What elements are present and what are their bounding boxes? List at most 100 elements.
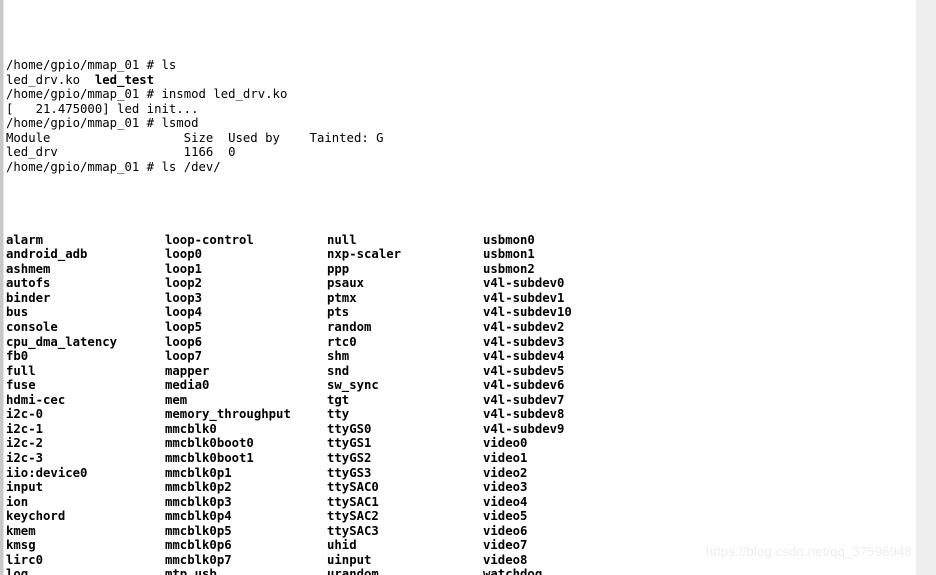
device-entry: kmem (6, 523, 36, 538)
device-entry: ttySAC2 (327, 509, 379, 524)
device-entry: v4l-subdev8 (483, 407, 565, 422)
device-entry: android_adb (6, 247, 88, 262)
device-entry: v4l-subdev2 (483, 320, 565, 335)
terminal-window: /home/gpio/mmap_01 # ls led_drv.ko led_te… (0, 0, 936, 575)
device-entry: random (327, 320, 372, 335)
device-entry: null (327, 232, 357, 247)
header-output-line: [ 21.475000] led init... (6, 102, 914, 117)
device-entry: v4l-subdev5 (483, 363, 565, 378)
device-entry: mapper (165, 363, 210, 378)
device-entry: ttyGS0 (327, 421, 372, 436)
device-listing-row: autofs loop2 psaux v4l-subdev0 (6, 276, 914, 291)
device-entry: kmsg (6, 538, 36, 553)
device-entry: usbmon1 (483, 247, 535, 262)
device-entry: mmcblk0p4 (165, 509, 232, 524)
device-entry: video0 (483, 436, 528, 451)
device-entry: mmcblk0p5 (165, 523, 232, 538)
device-entry: v4l-subdev10 (483, 305, 572, 320)
file-name: led_drv.ko (6, 72, 95, 87)
csdn-watermark: https://blog.csdn.net/qq_37596948 (705, 544, 912, 559)
device-entry: video6 (483, 523, 528, 538)
device-entry: video2 (483, 465, 528, 480)
device-entry: iio:device0 (6, 465, 88, 480)
device-listing-row: ion mmcblk0p3 ttySAC1 video4 (6, 495, 914, 510)
device-entry: v4l-subdev7 (483, 392, 565, 407)
device-listing-row: iio:device0 mmcblk0p1 ttyGS3 video2 (6, 466, 914, 481)
device-entry: loop1 (165, 261, 203, 276)
device-entry: mmcblk0p1 (165, 465, 232, 480)
device-entry: loop5 (165, 320, 203, 335)
device-entry: ptmx (327, 290, 357, 305)
device-entry: shm (327, 349, 350, 364)
terminal-header-output: /home/gpio/mmap_01 # ls led_drv.ko led_te… (6, 58, 914, 174)
device-entry: loop0 (165, 247, 203, 262)
terminal-screen[interactable]: /home/gpio/mmap_01 # ls led_drv.ko led_te… (6, 0, 914, 575)
header-prompt-line: /home/gpio/mmap_01 # insmod led_drv.ko (6, 87, 914, 102)
device-listing-row: i2c-1 mmcblk0 ttyGS0 v4l-subdev9 (6, 422, 914, 437)
device-entry: ppp (327, 261, 350, 276)
device-entry: console (6, 320, 58, 335)
shell-prompt: /home/gpio/mmap_01 # (6, 116, 162, 131)
device-entry: loop4 (165, 305, 203, 320)
device-entry: ttyGS2 (327, 450, 372, 465)
device-entry: urandom (327, 567, 379, 575)
device-entry: ashmem (6, 261, 51, 276)
device-entry: mtp_usb (165, 567, 217, 575)
device-entry: loop-control (165, 232, 254, 247)
device-entry: ttyGS1 (327, 436, 372, 451)
device-entry: ttySAC3 (327, 523, 379, 538)
shell-prompt: /home/gpio/mmap_01 # (6, 58, 162, 73)
device-entry: loop2 (165, 276, 203, 291)
device-entry: rtc0 (327, 334, 357, 349)
device-entry: log (6, 567, 29, 575)
device-listing-row: input mmcblk0p2 ttySAC0 video3 (6, 480, 914, 495)
header-prompt-line: /home/gpio/mmap_01 # ls (6, 58, 914, 73)
device-entry: loop7 (165, 349, 203, 364)
shell-command: ls (161, 58, 177, 73)
device-entry: fb0 (6, 349, 29, 364)
device-entry: i2c-3 (6, 450, 44, 465)
device-entry: v4l-subdev0 (483, 276, 565, 291)
window-left-border (0, 0, 4, 575)
device-entry: sw_sync (327, 378, 379, 393)
device-entry: ttySAC0 (327, 480, 379, 495)
device-entry: video4 (483, 494, 528, 509)
device-entry: psaux (327, 276, 365, 291)
device-entry: ion (6, 494, 29, 509)
device-entry: mmcblk0boot1 (165, 450, 254, 465)
device-entry: v4l-subdev4 (483, 349, 565, 364)
header-output-line: led_drv.ko led_test (6, 73, 914, 88)
device-entry: tgt (327, 392, 350, 407)
device-entry: cpu_dma_latency (6, 334, 118, 349)
device-listing-row: log mtp_usb urandom watchdog (6, 567, 914, 575)
device-entry: watchdog (483, 567, 543, 575)
device-entry: mmcblk0p2 (165, 480, 232, 495)
shell-prompt: /home/gpio/mmap_01 # (6, 87, 162, 102)
executable-file-name: led_test (94, 72, 155, 87)
device-entry: uinput (327, 552, 372, 567)
device-entry: video3 (483, 480, 528, 495)
device-listing-row: alarm loop-control null usbmon0 (6, 233, 914, 248)
device-listing-row: fb0 loop7 shm v4l-subdev4 (6, 349, 914, 364)
device-listing-row: fuse media0 sw_sync v4l-subdev6 (6, 378, 914, 393)
device-entry: i2c-0 (6, 407, 44, 422)
device-entry: video8 (483, 552, 528, 567)
device-entry: keychord (6, 509, 66, 524)
device-entry: mem (165, 392, 188, 407)
device-entry: video1 (483, 450, 528, 465)
device-entry: mmcblk0boot0 (165, 436, 254, 451)
device-listing-row: i2c-3 mmcblk0boot1 ttyGS2 video1 (6, 451, 914, 466)
device-listing-row: bus loop4 pts v4l-subdev10 (6, 305, 914, 320)
device-entry: mmcblk0 (165, 421, 217, 436)
device-entry: v4l-subdev1 (483, 290, 565, 305)
device-entry: lirc0 (6, 552, 44, 567)
device-entry: binder (6, 290, 51, 305)
shell-command: ls /dev/ (161, 160, 221, 175)
device-listing-row: binder loop3 ptmx v4l-subdev1 (6, 291, 914, 306)
device-entry: mmcblk0p6 (165, 538, 232, 553)
device-listing-row: hdmi-cec mem tgt v4l-subdev7 (6, 393, 914, 408)
device-entry: usbmon2 (483, 261, 535, 276)
device-entry: mmcblk0p3 (165, 494, 232, 509)
device-entry: usbmon0 (483, 232, 535, 247)
device-entry: full (6, 363, 36, 378)
